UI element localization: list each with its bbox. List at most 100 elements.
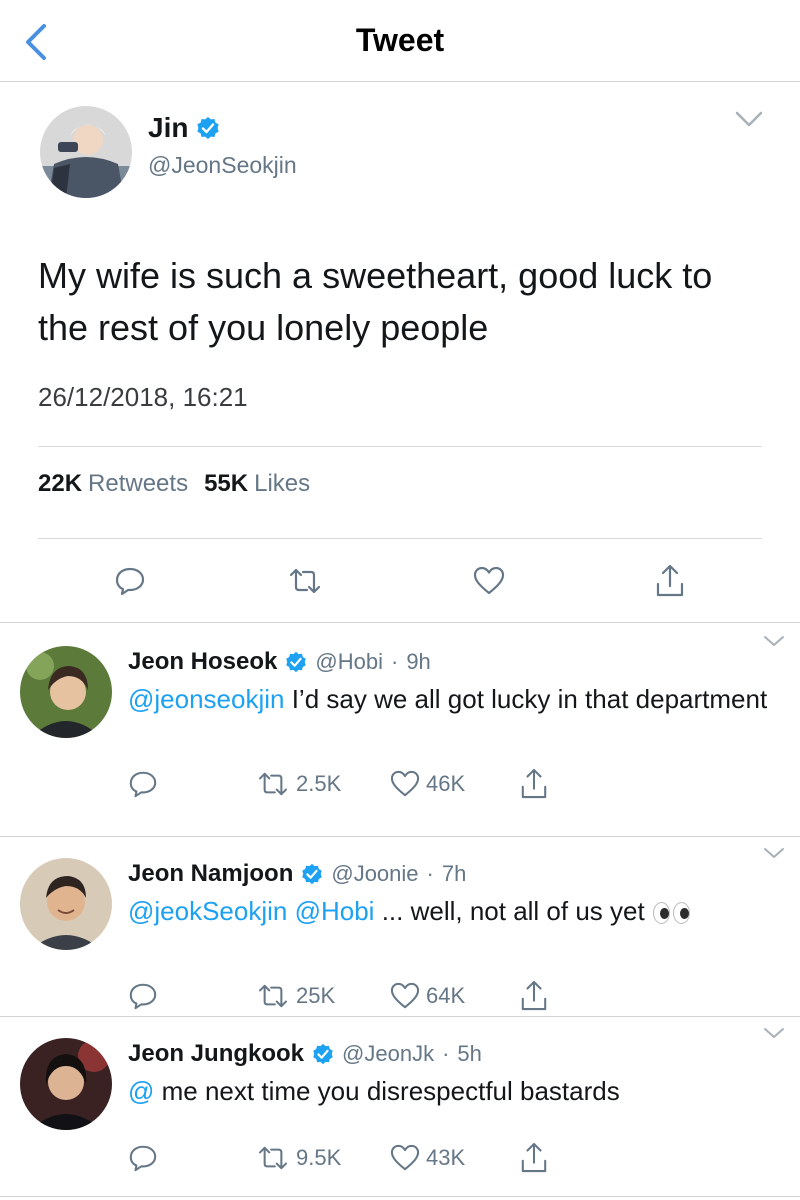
meta-separator: ·: [442, 1041, 450, 1066]
likes-label: Likes: [254, 470, 311, 497]
retweet-icon: [258, 1146, 288, 1170]
reply-button[interactable]: [128, 976, 158, 1016]
reply-body: I’d say we all got lucky in that departm…: [284, 684, 768, 714]
reply-text: @jeonseokjin I’d say we all got lucky in…: [128, 682, 768, 716]
avatar[interactable]: [20, 646, 112, 738]
like-icon: [390, 982, 420, 1009]
eyes-emoji-icon: [652, 902, 690, 925]
like-button[interactable]: 46K: [390, 764, 465, 804]
like-count: 43K: [426, 1145, 466, 1170]
reply-tweet[interactable]: Jeon Jungkook @JeonJk · 5h @ me next tim…: [0, 1016, 800, 1200]
reply-author-name[interactable]: Jeon Jungkook: [128, 1040, 304, 1068]
caret-down-icon: [764, 848, 784, 858]
like-count: 46K: [426, 771, 466, 796]
caret-down-icon: [764, 636, 784, 646]
reply-button[interactable]: [128, 764, 158, 804]
tweet-action-bar: [0, 556, 800, 606]
author-name[interactable]: Jin: [148, 112, 188, 144]
reply-tweet[interactable]: Jeon Hoseok @Hobi · 9h @jeonseokjin I’d …: [0, 624, 800, 834]
reply-body: ... well, not all of us yet: [374, 896, 645, 926]
reply-icon: [129, 771, 157, 798]
separator: [0, 622, 800, 623]
retweet-button[interactable]: 9.5K: [256, 1138, 341, 1178]
tweet-options-button[interactable]: [734, 110, 764, 133]
reply-options-button[interactable]: [762, 1026, 786, 1045]
retweets-stat[interactable]: 22K Retweets: [38, 470, 188, 498]
reply-text: @jeokSeokjin @Hobi ... well, not all of …: [128, 894, 768, 928]
like-button[interactable]: [464, 556, 514, 606]
reply-author-name[interactable]: Jeon Namjoon: [128, 860, 293, 888]
reply-button[interactable]: [105, 556, 155, 606]
like-button[interactable]: 43K: [390, 1138, 465, 1178]
share-button[interactable]: [520, 764, 548, 804]
retweet-icon: [289, 568, 321, 594]
mention-link[interactable]: @: [128, 1076, 154, 1106]
likes-stat[interactable]: 55K Likes: [204, 470, 310, 498]
reply-icon: [129, 983, 157, 1010]
author-name-row: Jin: [148, 112, 220, 144]
reply-button[interactable]: [128, 1138, 158, 1178]
mention-link[interactable]: @jeokSeokjin @Hobi: [128, 896, 374, 926]
reply-tweet[interactable]: Jeon Namjoon @Joonie · 7h @jeokSeokjin @…: [0, 836, 800, 1046]
retweets-label: Retweets: [88, 470, 189, 497]
verified-icon: [286, 651, 307, 673]
engagement-stats: 22K Retweets 55K Likes: [38, 470, 310, 498]
like-icon: [473, 566, 505, 595]
share-button[interactable]: [645, 556, 695, 606]
like-button[interactable]: 64K: [390, 976, 465, 1016]
reply-header: Jeon Namjoon @Joonie · 7h: [128, 860, 466, 888]
likes-count: 55K: [204, 470, 249, 497]
divider: [38, 538, 762, 539]
divider: [38, 446, 762, 447]
share-button[interactable]: [520, 976, 548, 1016]
like-count: 64K: [426, 983, 466, 1008]
retweet-icon: [258, 772, 288, 796]
retweet-icon: [258, 984, 288, 1008]
top-nav-bar: Tweet: [0, 0, 800, 82]
reply-author-handle: @JeonJk: [342, 1041, 435, 1066]
reply-icon: [115, 567, 145, 596]
author-handle: @JeonSeokjin: [148, 152, 297, 178]
verified-icon: [302, 863, 323, 885]
reply-action-bar: 9.5K 43K: [128, 1138, 588, 1178]
like-icon: [390, 770, 420, 797]
reply-author-name[interactable]: Jeon Hoseok: [128, 648, 277, 676]
mention-link[interactable]: @jeonseokjin: [128, 684, 284, 714]
retweet-button[interactable]: 2.5K: [256, 764, 341, 804]
retweet-count: 25K: [296, 983, 336, 1008]
reply-icon: [129, 1145, 157, 1172]
reply-action-bar: 25K 64K: [128, 976, 588, 1016]
reply-body: me next time you disrespectful bastards: [154, 1076, 620, 1106]
verified-icon: [197, 117, 220, 139]
meta-separator: ·: [390, 649, 399, 674]
retweet-button[interactable]: [280, 556, 330, 606]
reply-action-bar: 2.5K 46K: [128, 764, 588, 804]
page-title: Tweet: [355, 22, 445, 58]
share-icon: [656, 564, 684, 597]
avatar[interactable]: [40, 106, 132, 198]
main-tweet: Jin @JeonSeokjin My wife is such a sweet…: [0, 82, 800, 620]
reply-header: Jeon Jungkook @JeonJk · 5h: [128, 1040, 482, 1068]
share-icon: [521, 980, 547, 1011]
reply-header: Jeon Hoseok @Hobi · 9h: [128, 648, 431, 676]
separator: [0, 1196, 800, 1197]
verified-icon: [313, 1043, 333, 1065]
reply-options-button[interactable]: [762, 846, 786, 865]
share-icon: [521, 1142, 547, 1173]
retweets-count: 22K: [38, 470, 83, 497]
reply-options-button[interactable]: [762, 634, 786, 653]
avatar[interactable]: [20, 1038, 112, 1130]
retweet-button[interactable]: 25K: [256, 976, 335, 1016]
reply-time: 5h: [457, 1041, 482, 1066]
retweet-count: 2.5K: [296, 771, 342, 796]
tweet-timestamp: 26/12/2018, 16:21: [38, 382, 248, 412]
reply-time: 9h: [406, 649, 431, 674]
retweet-count: 9.5K: [296, 1145, 342, 1170]
reply-text: @ me next time you disrespectful bastard…: [128, 1074, 768, 1108]
tweet-text: My wife is such a sweetheart, good luck …: [38, 255, 713, 348]
caret-down-icon: [735, 111, 763, 127]
meta-separator: ·: [426, 861, 434, 886]
share-button[interactable]: [520, 1138, 548, 1178]
avatar[interactable]: [20, 858, 112, 950]
caret-down-icon: [764, 1028, 784, 1038]
